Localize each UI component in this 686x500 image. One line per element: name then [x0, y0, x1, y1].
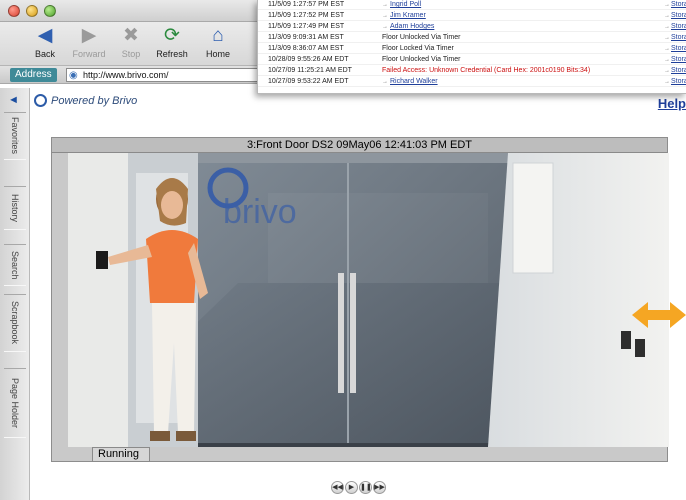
brivo-logo: Powered by Brivo: [34, 94, 137, 107]
stop-button[interactable]: ✖ Stop: [108, 24, 154, 64]
playback-controls: ◀◀ ▶ ❚❚ ▶▶: [331, 476, 387, 494]
refresh-icon: ⟳: [164, 25, 180, 46]
close-window-button[interactable]: [8, 5, 20, 17]
back-label: Back: [34, 49, 55, 59]
home-icon: ⌂: [212, 25, 224, 46]
tab-history[interactable]: History: [4, 186, 26, 230]
video-status: Running: [92, 447, 150, 462]
help-link[interactable]: Help: [658, 96, 686, 111]
play-icon[interactable]: ▶: [345, 481, 358, 494]
log-timestamp: 10/27/09 11:25:21 AM EDT: [268, 67, 352, 74]
stop-x-icon: ✖: [123, 25, 139, 46]
log-event-text: Floor Locked Via Timer: [382, 45, 454, 52]
log-row: 11/3/09 8:36:07 AM EST Floor Locked Via T…: [258, 43, 686, 54]
brivo-ring-icon: [34, 94, 47, 107]
forward-label: Forward: [72, 49, 106, 59]
log-row: 11/3/09 9:09:31 AM EST Floor Unlocked Via…: [258, 32, 686, 43]
minimize-window-button[interactable]: [26, 5, 38, 17]
camera-feed[interactable]: brivo: [68, 153, 669, 447]
home-button[interactable]: ⌂ Home: [195, 24, 241, 64]
double-arrow-icon: [632, 302, 686, 328]
camera-feed-image: brivo: [68, 153, 669, 447]
tab-page-holder[interactable]: Page Holder: [4, 368, 26, 438]
address-label: Address: [10, 68, 57, 82]
log-row: 11/5/09 1:27:57 PM ESTIngrid PollStorag: [258, 0, 686, 10]
tab-search[interactable]: Search: [4, 244, 26, 286]
log-row: 11/5/09 1:27:52 PM ESTJim KramerStorag: [258, 10, 686, 21]
forward-arrow-icon: ▶: [81, 25, 97, 46]
address-url: http://www.brivo.com/: [83, 70, 169, 80]
back-arrow-icon: ◀: [37, 25, 53, 46]
log-timestamp: 11/3/09 8:36:07 AM EST: [268, 45, 344, 52]
tab-favorites[interactable]: Favorites: [4, 112, 26, 160]
stop-label: Stop: [121, 49, 141, 59]
refresh-button[interactable]: ⟳ Refresh: [149, 24, 195, 64]
svg-text:brivo: brivo: [223, 193, 297, 231]
zoom-window-button[interactable]: [44, 5, 56, 17]
home-label: Home: [205, 49, 230, 59]
video-viewer: 3:Front Door DS2 09May06 12:41:03 PM EDT: [51, 137, 669, 462]
log-timestamp: 11/5/09 1:27:52 PM EST: [268, 12, 345, 19]
log-user-link[interactable]: Richard Walker: [382, 76, 438, 88]
rewind-icon[interactable]: ◀◀: [331, 481, 344, 494]
address-input[interactable]: ◉ http://www.brivo.com/: [66, 68, 260, 82]
log-event-text: Failed Access: Unknown Credential (Card …: [382, 67, 591, 74]
log-row: 10/28/09 9:55:26 AM EDT Floor Unlocked Vi…: [258, 54, 686, 65]
log-storage-link[interactable]: Storag: [664, 76, 686, 88]
video-title: 3:Front Door DS2 09May06 12:41:03 PM EDT: [52, 138, 667, 153]
address-bar: Address ◉ http://www.brivo.com/: [0, 66, 260, 84]
fast-forward-icon[interactable]: ▶▶: [373, 481, 386, 494]
logo-text: Powered by Brivo: [51, 95, 138, 107]
log-row: 10/27/09 11:25:21 AM EDT Failed Access: U…: [258, 65, 686, 76]
refresh-label: Refresh: [156, 49, 188, 59]
log-timestamp: 10/28/09 9:55:26 AM EDT: [268, 56, 349, 63]
log-timestamp: 11/5/09 1:27:57 PM EST: [268, 1, 345, 8]
log-timestamp: 11/5/09 1:27:49 PM EST: [268, 23, 345, 30]
log-row: 10/27/09 9:53:22 AM EDT Richard Walker Sto…: [258, 76, 686, 87]
log-timestamp: 10/27/09 9:53:22 AM EDT: [268, 78, 349, 85]
back-button[interactable]: ◀ Back: [22, 24, 68, 64]
globe-icon: ◉: [69, 70, 78, 81]
log-event-text: Floor Unlocked Via Timer: [382, 56, 461, 63]
collapse-sidebar-icon[interactable]: ◄: [8, 94, 19, 106]
log-row: 11/5/09 1:27:49 PM ESTAdam HodgesStorag: [258, 21, 686, 32]
forward-button[interactable]: ▶ Forward: [66, 24, 112, 64]
tab-scrapbook[interactable]: Scrapbook: [4, 294, 26, 352]
pause-icon[interactable]: ❚❚: [359, 481, 372, 494]
log-timestamp: 11/3/09 9:09:31 AM EST: [268, 34, 344, 41]
activity-log-panel: 11/5/09 1:27:57 PM ESTIngrid PollStorag1…: [257, 0, 686, 94]
log-event-text: Floor Unlocked Via Timer: [382, 34, 461, 41]
favorites-sidebar: ◄ Favorites History Search Scrapbook Pag…: [0, 88, 30, 500]
